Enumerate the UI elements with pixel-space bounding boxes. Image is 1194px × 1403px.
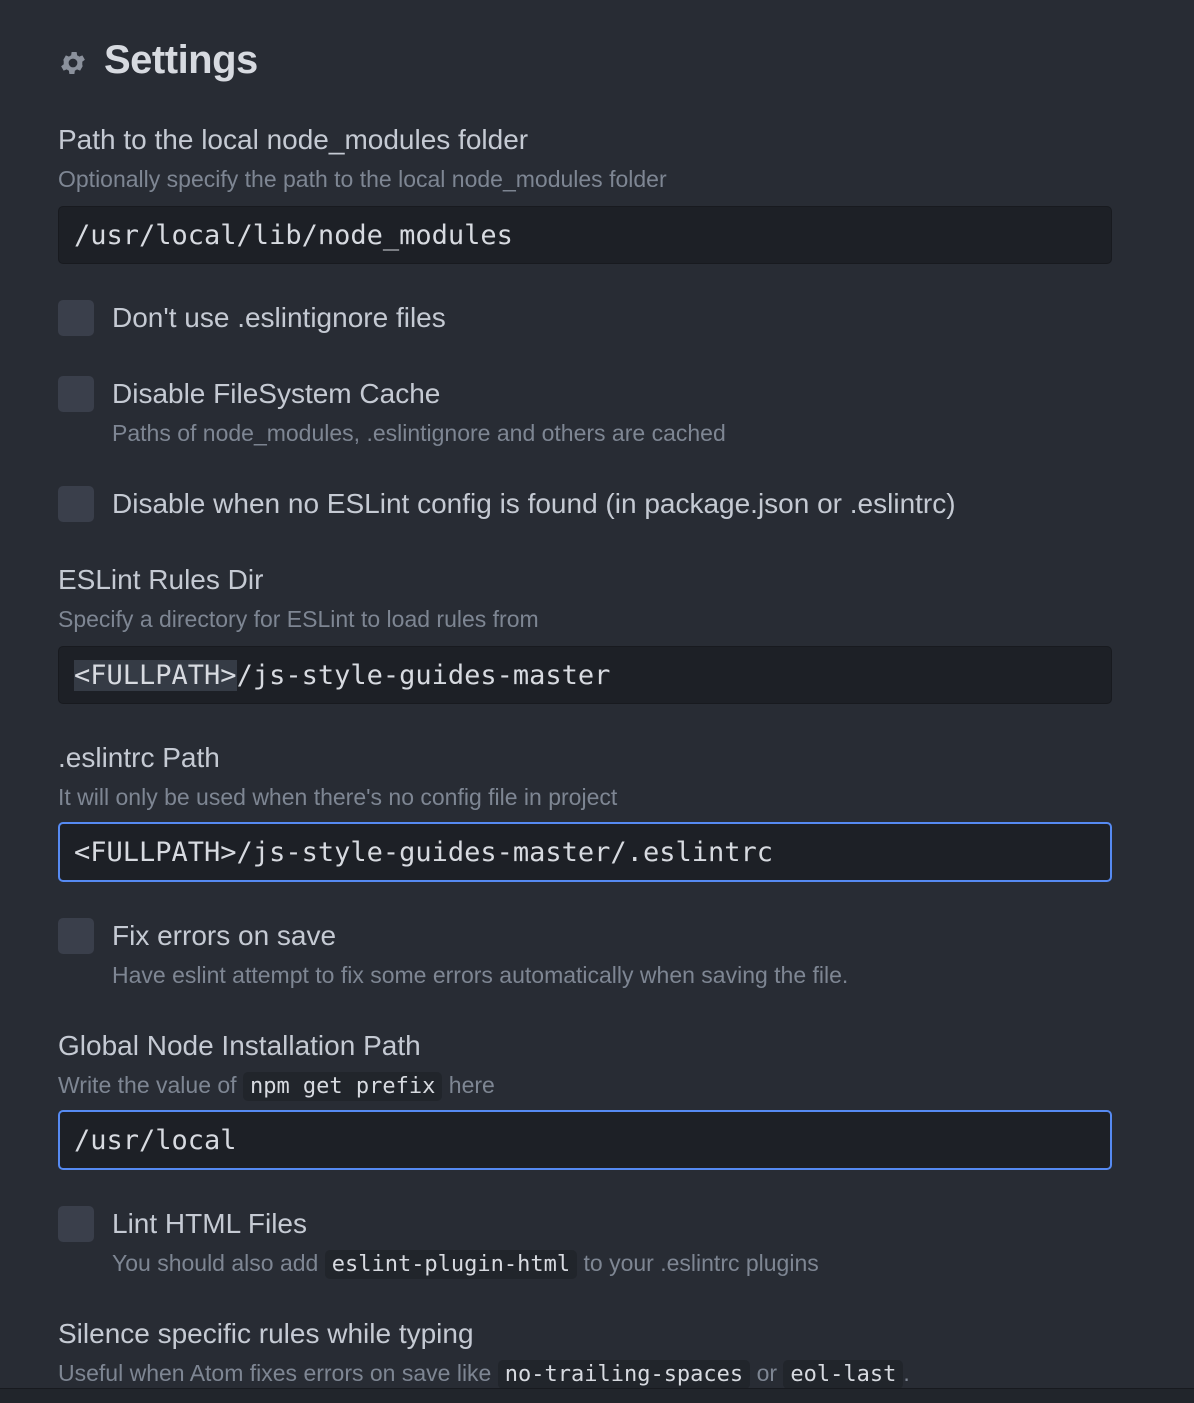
node-modules-path-description: Optionally specify the path to the local… — [58, 166, 667, 192]
eslintrc-path-value: <FULLPATH>/js-style-guides-master/.eslin… — [74, 836, 773, 868]
disable-no-config-label: Disable when no ESLint config is found (… — [112, 488, 956, 519]
node-modules-path-label: Path to the local node_modules folder — [58, 124, 529, 155]
silence-rules-label: Silence specific rules while typing — [58, 1318, 474, 1349]
rules-dir-selected-text: <FULLPATH> — [74, 659, 237, 691]
disable-no-config-checkbox[interactable] — [58, 486, 94, 522]
disable-fs-cache-description: Paths of node_modules, .eslintignore and… — [112, 420, 726, 446]
fix-on-save-description: Have eslint attempt to fix some errors a… — [112, 962, 849, 988]
node-modules-path-value: /usr/local/lib/node_modules — [74, 219, 513, 251]
lint-html-description: You should also add eslint-plugin-html t… — [112, 1250, 819, 1279]
lint-html-desc-post: to your .eslintrc plugins — [583, 1250, 819, 1276]
fix-on-save-label: Fix errors on save — [112, 920, 337, 951]
eol-last-code: eol-last — [783, 1360, 904, 1388]
rules-dir-value: /js-style-guides-master — [236, 659, 611, 691]
eslint-plugin-html-code: eslint-plugin-html — [324, 1250, 578, 1279]
eslintrc-path-input[interactable]: <FULLPATH>/js-style-guides-master/.eslin… — [58, 822, 1112, 882]
node-modules-path-input[interactable]: /usr/local/lib/node_modules — [58, 206, 1112, 264]
global-node-path-desc-post: here — [448, 1072, 495, 1098]
lint-html-desc-pre: You should also add — [112, 1250, 319, 1276]
global-node-path-value: /usr/local — [74, 1124, 237, 1156]
silence-rules-description: Useful when Atom fixes errors on save li… — [58, 1360, 910, 1388]
global-node-path-input[interactable]: /usr/local — [58, 1110, 1112, 1170]
disable-fs-cache-checkbox[interactable] — [58, 376, 94, 412]
lint-html-checkbox[interactable] — [58, 1206, 94, 1242]
lint-html-label: Lint HTML Files — [112, 1208, 308, 1239]
silence-rules-desc-mid: or — [756, 1360, 778, 1386]
gear-icon — [61, 52, 85, 74]
rules-dir-description: Specify a directory for ESLint to load r… — [58, 606, 539, 632]
page-title: Settings — [104, 37, 258, 82]
no-eslintignore-label: Don't use .eslintignore files — [112, 302, 446, 333]
no-trailing-spaces-code: no-trailing-spaces — [497, 1360, 751, 1388]
eslintrc-path-description: It will only be used when there's no con… — [58, 784, 618, 810]
settings-header: Settings — [58, 36, 258, 84]
silence-rules-desc-pre: Useful when Atom fixes errors on save li… — [58, 1360, 492, 1386]
panel-bottom-edge — [0, 1388, 1194, 1403]
global-node-path-description: Write the value of npm get prefix here — [58, 1072, 495, 1101]
global-node-path-desc-pre: Write the value of — [58, 1072, 237, 1098]
disable-fs-cache-label: Disable FileSystem Cache — [112, 378, 441, 409]
global-node-path-label: Global Node Installation Path — [58, 1030, 421, 1061]
fix-on-save-checkbox[interactable] — [58, 918, 94, 954]
rules-dir-input[interactable]: <FULLPATH>/js-style-guides-master — [58, 646, 1112, 704]
npm-get-prefix-code: npm get prefix — [242, 1072, 443, 1101]
eslintrc-path-label: .eslintrc Path — [58, 742, 220, 773]
no-eslintignore-checkbox[interactable] — [58, 300, 94, 336]
silence-rules-desc-post: . — [903, 1360, 910, 1386]
rules-dir-label: ESLint Rules Dir — [58, 564, 264, 595]
settings-panel: Settings Path to the local node_modules … — [0, 0, 1194, 1388]
